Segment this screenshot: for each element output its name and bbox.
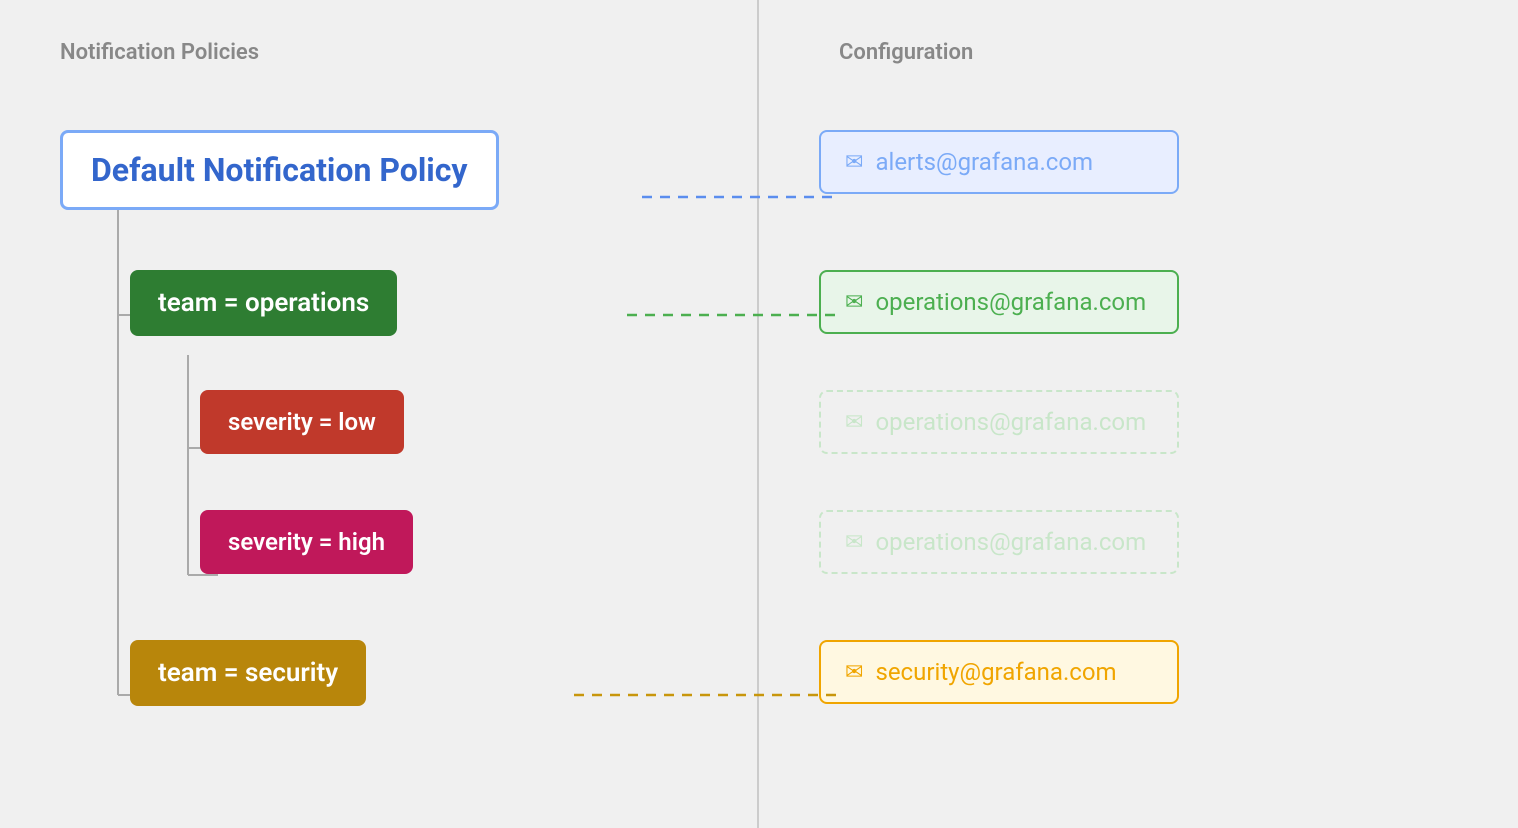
default-policy-node: Default Notification Policy (60, 130, 499, 210)
mail-icon-security: ✉ (845, 660, 863, 685)
config-security-label: ✉ security@grafana.com (819, 640, 1179, 704)
default-policy-label: Default Notification Policy (60, 130, 499, 210)
config-operations-faded-2-node: ✉ operations@grafana.com (819, 510, 1179, 574)
severity-low-label: severity = low (200, 390, 404, 454)
right-panel: Configuration ✉ alerts@grafana.com ✉ ope… (759, 0, 1518, 828)
config-operations-faded-2-label: ✉ operations@grafana.com (819, 510, 1179, 574)
mail-icon-operations: ✉ (845, 290, 863, 315)
config-security-node: ✉ security@grafana.com (819, 640, 1179, 704)
right-panel-title: Configuration (839, 40, 1458, 65)
team-operations-node: team = operations (130, 270, 397, 336)
team-operations-label: team = operations (130, 270, 397, 336)
severity-high-label: severity = high (200, 510, 413, 574)
left-panel-title: Notification Policies (60, 40, 717, 65)
team-security-label: team = security (130, 640, 366, 706)
mail-icon-operations-faded-1: ✉ (845, 410, 863, 435)
mail-icon-operations-faded-2: ✉ (845, 530, 863, 555)
config-operations-node: ✉ operations@grafana.com (819, 270, 1179, 334)
config-operations-faded-1-label: ✉ operations@grafana.com (819, 390, 1179, 454)
config-operations-label: ✉ operations@grafana.com (819, 270, 1179, 334)
mail-icon-alerts: ✉ (845, 150, 863, 175)
team-security-node: team = security (130, 640, 366, 706)
config-operations-faded-1-node: ✉ operations@grafana.com (819, 390, 1179, 454)
left-panel: Notification Policies Default Notificati… (0, 0, 759, 828)
diagram-wrapper: Notification Policies Default Notificati… (0, 0, 1518, 828)
severity-high-node: severity = high (200, 510, 413, 574)
config-alerts-label: ✉ alerts@grafana.com (819, 130, 1179, 194)
severity-low-node: severity = low (200, 390, 404, 454)
config-alerts-node: ✉ alerts@grafana.com (819, 130, 1179, 194)
